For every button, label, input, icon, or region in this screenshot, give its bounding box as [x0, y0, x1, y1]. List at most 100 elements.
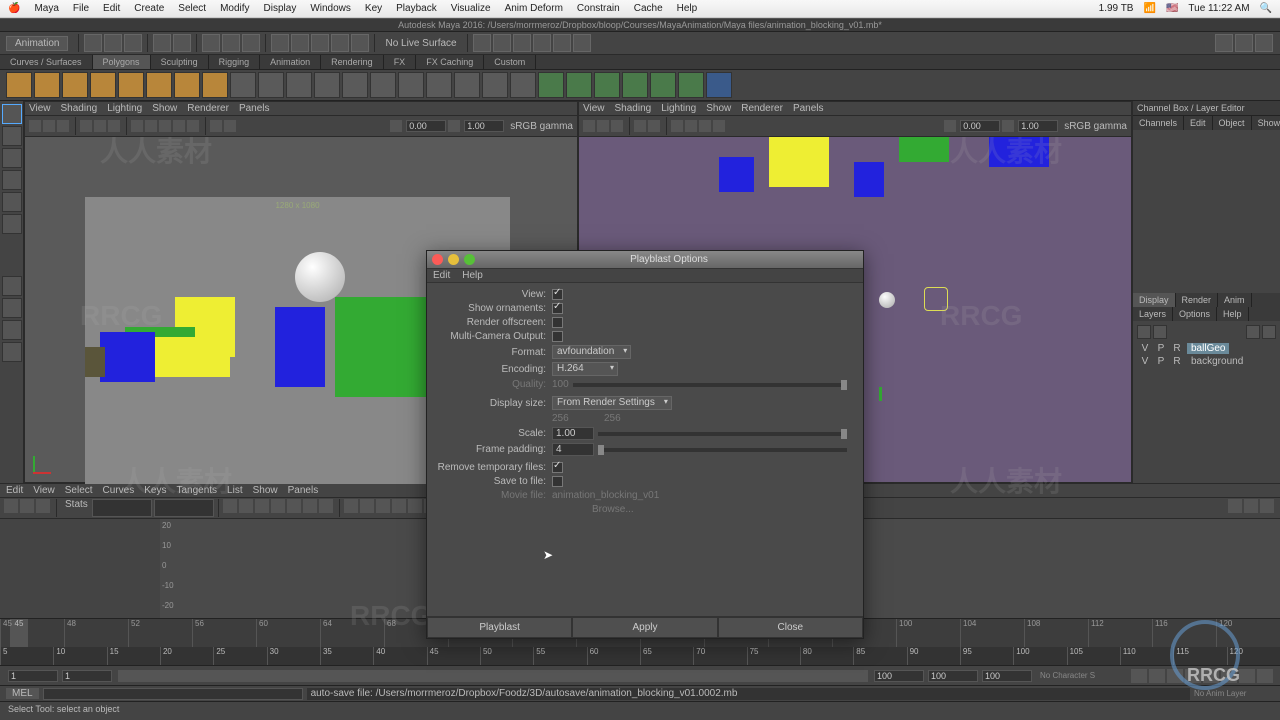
ge-curves[interactable]: Curves — [103, 485, 135, 496]
vp2-lighting[interactable]: Lighting — [661, 103, 696, 114]
layer-name-ballgeo[interactable]: ballGeo — [1187, 343, 1229, 354]
vp-image-icon[interactable] — [57, 120, 69, 132]
no-character[interactable]: No Character S — [1040, 671, 1130, 680]
vp2-textured-icon[interactable] — [699, 120, 711, 132]
close-button[interactable]: Close — [718, 617, 863, 638]
ge-addkey-icon[interactable] — [36, 499, 50, 513]
poly-sphere-icon[interactable] — [6, 72, 32, 98]
smooth-icon[interactable] — [566, 72, 592, 98]
flag-icon[interactable]: 🇺🇸 — [1166, 3, 1178, 14]
layer-tab-anim[interactable]: Anim — [1218, 293, 1252, 307]
ortho-green-2[interactable] — [879, 387, 882, 401]
cb-tab-channels[interactable]: Channels — [1133, 116, 1184, 130]
vp2-filmgate-icon[interactable] — [648, 120, 660, 132]
ge-tangents[interactable]: Tangents — [176, 485, 217, 496]
vp-renderer[interactable]: Renderer — [187, 103, 229, 114]
layout-two-icon[interactable] — [2, 320, 22, 340]
vp2-shading[interactable]: Shading — [615, 103, 652, 114]
vp-filmgate-icon[interactable] — [94, 120, 106, 132]
ge-free-icon[interactable] — [408, 499, 422, 513]
move-tool-icon[interactable] — [2, 170, 22, 190]
menu-animdeform[interactable]: Anim Deform — [505, 3, 563, 14]
poly-pipe-icon[interactable] — [258, 72, 284, 98]
vp2-fps-field[interactable] — [960, 120, 1000, 132]
vp2-view[interactable]: View — [583, 103, 605, 114]
snap-live-icon[interactable] — [351, 34, 369, 52]
ge-plateau-icon[interactable] — [303, 499, 317, 513]
redo-icon[interactable] — [173, 34, 191, 52]
poly-type-icon[interactable] — [230, 72, 256, 98]
hypershade-icon[interactable] — [553, 34, 571, 52]
ge-step-icon[interactable] — [287, 499, 301, 513]
range-bar[interactable] — [118, 670, 868, 682]
vp-textured-icon[interactable] — [159, 120, 171, 132]
vp2-shaded-icon[interactable] — [685, 120, 697, 132]
menu-cache[interactable]: Cache — [634, 3, 663, 14]
vp-shadows-icon[interactable] — [187, 120, 199, 132]
shelf-tab-rendering[interactable]: Rendering — [321, 55, 384, 69]
ge-center-icon[interactable] — [1260, 499, 1274, 513]
multicut-icon[interactable] — [622, 72, 648, 98]
goto-start-icon[interactable] — [1131, 669, 1147, 683]
vp-panels[interactable]: Panels — [239, 103, 270, 114]
target-weld-icon[interactable] — [650, 72, 676, 98]
snap-curve-icon[interactable] — [291, 34, 309, 52]
menu-file[interactable]: File — [73, 3, 89, 14]
vp-shading[interactable]: Shading — [61, 103, 98, 114]
shelf-tab-rigging[interactable]: Rigging — [209, 55, 261, 69]
vp-lights-icon[interactable] — [173, 120, 185, 132]
graph-outliner[interactable] — [0, 519, 160, 618]
shelf-tab-sculpting[interactable]: Sculpting — [151, 55, 209, 69]
vp-cam-icon[interactable] — [29, 120, 41, 132]
snap-point-icon[interactable] — [311, 34, 329, 52]
lasso-tool-icon[interactable] — [2, 126, 22, 146]
poly-helix-icon[interactable] — [286, 72, 312, 98]
ge-clamped-icon[interactable] — [255, 499, 269, 513]
ge-insertkey-icon[interactable] — [20, 499, 34, 513]
layer-move-up-icon[interactable] — [1137, 325, 1151, 339]
shelf-tab-polygons[interactable]: Polygons — [93, 55, 151, 69]
minimize-icon[interactable] — [448, 254, 459, 265]
ge-view[interactable]: View — [33, 485, 55, 496]
save-scene-icon[interactable] — [124, 34, 142, 52]
vp-gamma-icon[interactable] — [448, 120, 460, 132]
vp2-exposure-icon[interactable] — [944, 120, 956, 132]
format-dropdown[interactable]: avfoundation — [552, 345, 631, 359]
sel-hier-icon[interactable] — [202, 34, 220, 52]
shelf-tab-fx[interactable]: FX — [384, 55, 417, 69]
layer-new-empty-icon[interactable] — [1246, 325, 1260, 339]
mel-label[interactable]: MEL — [6, 688, 39, 699]
layout-four-icon[interactable] — [2, 298, 22, 318]
mirror-icon[interactable] — [538, 72, 564, 98]
ortho-blue-1[interactable] — [719, 157, 754, 192]
sel-obj-icon[interactable] — [222, 34, 240, 52]
rotate-tool-icon[interactable] — [2, 192, 22, 212]
layer-row-ballgeo[interactable]: VPR ballGeo — [1137, 343, 1276, 354]
step-fwd-key-icon[interactable] — [1239, 669, 1255, 683]
spotlight-icon[interactable]: 🔍 — [1260, 3, 1272, 14]
vp-bookmark-icon[interactable] — [43, 120, 55, 132]
shelf-tab-custom[interactable]: Custom — [484, 55, 536, 69]
encoding-dropdown[interactable]: H.264 — [552, 362, 618, 376]
ge-linear-icon[interactable] — [239, 499, 253, 513]
ge-break-icon[interactable] — [376, 499, 390, 513]
offscreen-checkbox[interactable] — [552, 317, 563, 328]
ortho-ball[interactable] — [879, 292, 895, 308]
vp-scale-field[interactable] — [464, 120, 504, 132]
dialog-menu-edit[interactable]: Edit — [433, 270, 450, 281]
step-back-key-icon[interactable] — [1149, 669, 1165, 683]
menu-modify[interactable]: Modify — [220, 3, 249, 14]
vp-colorspace[interactable]: sRGB gamma — [510, 121, 573, 132]
menu-windows[interactable]: Windows — [310, 3, 351, 14]
snap-grid-icon[interactable] — [271, 34, 289, 52]
vp-grid-icon[interactable] — [80, 120, 92, 132]
menu-display[interactable]: Display — [264, 3, 297, 14]
blue-block-2[interactable] — [100, 332, 155, 382]
playback-end-field[interactable] — [874, 670, 924, 682]
range-start-field[interactable] — [8, 670, 58, 682]
toggle-channelbox-icon[interactable] — [1255, 34, 1273, 52]
ortho-green-1[interactable] — [899, 137, 949, 162]
ortho-blue-3[interactable] — [989, 137, 1049, 167]
vp2-colorspace[interactable]: sRGB gamma — [1064, 121, 1127, 132]
apply-button[interactable]: Apply — [572, 617, 717, 638]
